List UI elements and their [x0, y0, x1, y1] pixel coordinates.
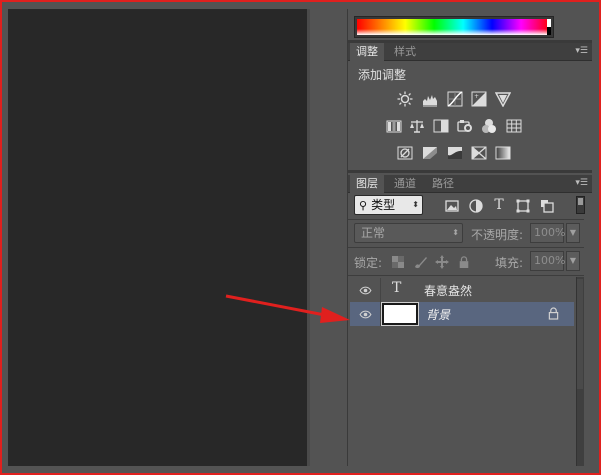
smart-object-filter-icon[interactable] — [538, 197, 556, 215]
opacity-input[interactable]: 100% — [530, 223, 565, 243]
divider — [348, 247, 584, 248]
visibility-eye-icon[interactable] — [358, 283, 372, 297]
opacity-dropdown-button[interactable]: ▼ — [566, 223, 580, 243]
layers-tabbar: 图层 通道 路径 ▾☰ — [348, 175, 592, 193]
gradient-map-icon[interactable] — [494, 144, 512, 162]
panel-gutter — [310, 9, 347, 466]
visibility-eye-icon[interactable] — [358, 307, 372, 321]
type-filter-icon[interactable]: T — [490, 196, 508, 214]
channel-mixer-icon[interactable] — [480, 117, 498, 135]
blend-mode-value: 正常 — [361, 226, 386, 240]
layer-name[interactable]: 背景 — [426, 306, 450, 323]
color-lookup-icon[interactable] — [505, 117, 523, 135]
lock-transparent-pixels-icon[interactable] — [391, 255, 405, 269]
fill-input[interactable]: 100% — [530, 251, 565, 271]
blend-mode-select[interactable]: 正常 ⬍ — [354, 223, 463, 243]
photo-filter-icon[interactable] — [456, 117, 474, 135]
tab-styles[interactable]: 样式 — [388, 43, 422, 61]
kind-filter-select[interactable]: ⚲ 类型 ⬍ — [354, 195, 423, 215]
divider — [348, 275, 584, 276]
chevron-updown-icon: ⬍ — [452, 228, 459, 237]
brightness-contrast-icon[interactable] — [396, 90, 414, 108]
color-balance-icon[interactable] — [408, 117, 426, 135]
lock-label: 锁定: — [354, 256, 383, 270]
panel-divider — [348, 170, 592, 173]
image-filter-icon[interactable] — [443, 197, 461, 215]
tab-paths[interactable]: 路径 — [426, 175, 460, 193]
divider — [380, 278, 381, 302]
chevron-updown-icon: ⬍ — [412, 200, 419, 209]
background-layer-thumbnail[interactable] — [381, 302, 419, 326]
threshold-icon[interactable] — [446, 144, 464, 162]
annotation-arrow — [225, 294, 350, 323]
panel-menu-icon[interactable]: ▾☰ — [575, 178, 588, 188]
layer-name[interactable]: 春意盎然 — [424, 282, 472, 299]
black-white-swatch[interactable] — [547, 19, 551, 35]
lock-image-pixels-icon[interactable] — [413, 255, 427, 269]
panel-menu-icon[interactable]: ▾☰ — [575, 46, 588, 56]
tab-channels[interactable]: 通道 — [388, 175, 422, 193]
fill-dropdown-button[interactable]: ▼ — [566, 251, 580, 271]
shape-filter-icon[interactable] — [514, 197, 532, 215]
opacity-label: 不透明度: — [471, 228, 524, 242]
black-white-icon[interactable] — [432, 117, 450, 135]
kind-filter-label: 类型 — [371, 198, 396, 212]
posterize-icon[interactable] — [421, 144, 439, 162]
text-layer-thumbnail[interactable]: T — [392, 280, 401, 296]
hue-saturation-icon[interactable] — [385, 117, 403, 135]
selective-color-icon[interactable] — [470, 144, 488, 162]
adjustments-tabbar: 调整 样式 ▾☰ — [348, 43, 592, 61]
filter-toggle-switch[interactable] — [576, 196, 585, 214]
vibrance-icon[interactable] — [494, 90, 512, 108]
invert-icon[interactable] — [396, 144, 414, 162]
layer-row-text[interactable]: T 春意盎然 — [350, 278, 574, 302]
svg-text:+: + — [474, 93, 479, 100]
color-spectrum[interactable] — [354, 16, 554, 38]
layer-row-background[interactable]: 背景 — [350, 302, 574, 326]
search-icon: ⚲ — [359, 199, 368, 212]
fill-label: 填充: — [495, 256, 524, 270]
layers-scrollbar-thumb[interactable] — [577, 279, 583, 389]
exposure-icon[interactable]: + — [470, 90, 488, 108]
lock-all-icon[interactable] — [457, 255, 471, 269]
tab-layers[interactable]: 图层 — [350, 175, 384, 193]
curves-icon[interactable] — [446, 90, 464, 108]
lock-position-icon[interactable] — [435, 255, 449, 269]
add-adjustment-title: 添加调整 — [358, 68, 407, 82]
lock-icon — [548, 307, 560, 321]
divider — [380, 302, 381, 326]
spectrum-ramp[interactable] — [357, 19, 550, 35]
document-canvas[interactable] — [8, 9, 308, 466]
tab-adjustments[interactable]: 调整 — [350, 43, 384, 61]
adjustment-filter-icon[interactable] — [467, 197, 485, 215]
divider — [348, 219, 584, 220]
levels-icon[interactable] — [421, 90, 439, 108]
